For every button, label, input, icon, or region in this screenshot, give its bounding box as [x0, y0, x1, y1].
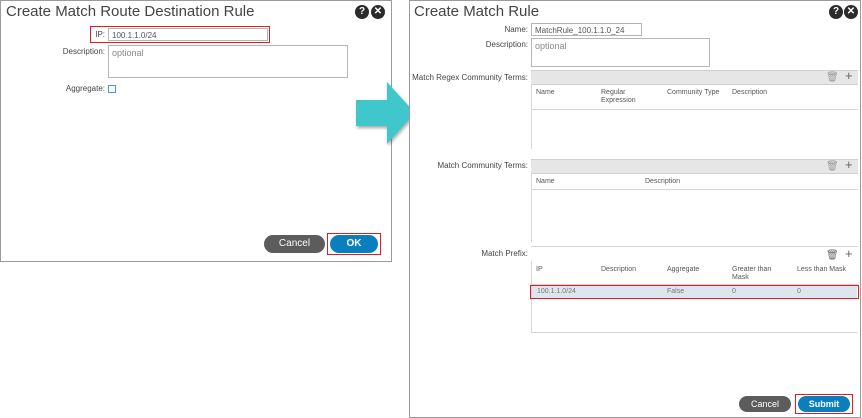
submit-highlight [795, 394, 853, 414]
dialog-title: Create Match Route Destination Rule [6, 3, 255, 20]
regex-terms-toolbar [531, 70, 858, 85]
description-input[interactable]: optional [531, 38, 710, 67]
aggregate-checkbox[interactable] [108, 85, 116, 93]
regex-col-description: Description [732, 89, 768, 96]
community-terms-label: Match Community Terms: [437, 161, 528, 170]
prefix-top-divider [531, 246, 858, 247]
prefix-col-description: Description [601, 266, 637, 273]
trash-icon[interactable]: 🗑 [826, 251, 839, 261]
prefix-col-ip: IP [536, 266, 543, 273]
community-terms-toolbar [531, 159, 858, 174]
prefix-col-aggregate: Aggregate [667, 266, 700, 273]
help-icon[interactable]: ? [829, 5, 843, 19]
regex-header-divider [531, 109, 858, 110]
right-arrow-icon [356, 82, 415, 144]
cancel-button[interactable]: Cancel [739, 396, 791, 412]
description-label: Description: [485, 40, 528, 49]
regex-col-name: Name [536, 89, 555, 96]
plus-icon[interactable]: + [845, 69, 853, 82]
community-col-description: Description [645, 178, 681, 185]
prefix-bottom-divider [531, 332, 858, 333]
close-icon[interactable]: ✕ [844, 5, 858, 19]
dialog-title: Create Match Rule [414, 3, 540, 20]
description-label: Description: [62, 47, 105, 56]
name-label: Name: [504, 25, 528, 34]
community-table-left-border [531, 174, 532, 242]
ip-highlight [90, 26, 270, 43]
cancel-button[interactable]: Cancel [264, 235, 325, 253]
plus-icon[interactable]: + [845, 158, 853, 171]
plus-icon[interactable]: + [845, 247, 853, 260]
ok-highlight [327, 233, 381, 255]
trash-icon[interactable]: 🗑 [826, 162, 839, 172]
community-header-divider [531, 189, 858, 190]
trash-icon[interactable]: 🗑 [826, 73, 839, 83]
prefix-col-less-than-mask: Less than Mask [797, 266, 847, 273]
community-col-name: Name [536, 178, 555, 185]
description-input[interactable]: optional [108, 45, 348, 78]
regex-col-community-type: Community Type [667, 89, 720, 96]
create-match-rule-dialog: Create Match Rule ? ✕ Name: MatchRule_10… [409, 0, 861, 418]
regex-table-left-border [531, 85, 532, 149]
close-icon[interactable]: ✕ [371, 5, 385, 19]
help-icon[interactable]: ? [355, 5, 369, 19]
match-prefix-label: Match Prefix: [481, 249, 528, 258]
regex-terms-label: Match Regex Community Terms: [412, 73, 528, 82]
create-match-route-destination-dialog: Create Match Route Destination Rule ? ✕ … [0, 0, 392, 262]
prefix-row-highlight [530, 285, 859, 299]
regex-col-regular-expression: Regular Expression [601, 89, 636, 104]
aggregate-label: Aggregate: [65, 84, 105, 93]
name-input[interactable]: MatchRule_100.1.1.0_24 [531, 23, 642, 36]
prefix-col-greater-than-mask: Greater than Mask [732, 266, 772, 281]
